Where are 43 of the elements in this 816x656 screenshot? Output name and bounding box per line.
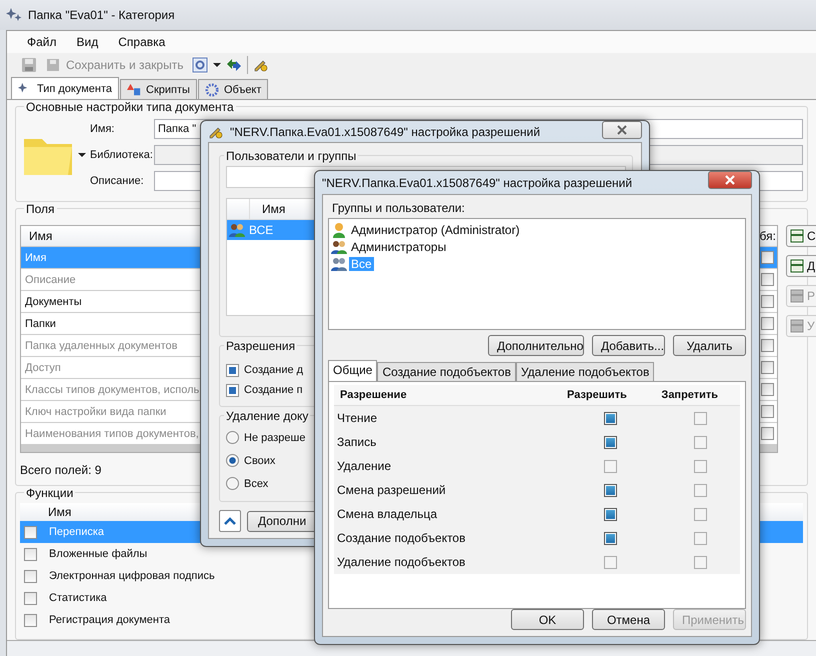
permission-label: Удаление подобъектов [336,555,466,569]
table-cell-text: Ключ настройки вида папки [24,406,166,418]
group-title: Разрешения [224,339,298,353]
table-cell-text: Наименования типов документов, [24,428,199,440]
field-label: Описание: [90,175,145,187]
checkbox-label: Создание д [244,364,304,376]
permission-label: Смена владельца [336,507,438,521]
permission-label: Смена разрешений [336,483,447,497]
group-title: Пользователи и группы [224,149,358,163]
radio-label: Своих [244,454,276,466]
table-cell-text: Классы типов документов, исполь [24,384,200,396]
radio-label: Всех [244,478,268,490]
radio-label: Не разреше [244,432,306,444]
table-cell-text: Регистрация документа [48,614,170,626]
table-cell-text: Документы [24,296,82,308]
permission-label: Запись [336,435,378,449]
permission-label: Удаление [336,459,392,473]
field-label: Имя: [90,123,116,135]
table-cell-text: Описание [24,274,76,286]
table-cell-text: Имя [24,252,46,264]
table-cell-text: Вложенные файлы [48,548,148,560]
dialog-title: "NERV.Папка.Eva01.x15087649" настройка разрешений [322,176,632,190]
window-title: Папка "Eva01" - Категория [28,8,175,22]
group-title: Удаление доку [224,409,310,423]
column-header: Разрешить [566,389,628,401]
table-cell-text: Электронная цифровая подпись [48,570,215,582]
list-label: Группы и пользователи: [332,201,466,215]
table-cell-text: Доступ [24,362,61,374]
group-title: Поля [24,202,57,216]
table-cell-text: Переписка [48,526,104,538]
table-cell-text: Папки [24,318,56,330]
group-title: Функции [24,486,76,500]
permission-label: Чтение [336,411,378,425]
total-count: Всего полей: 9 [20,463,102,477]
table-cell-text: Папка удаленных документов [24,340,178,352]
table-cell-text: Статистика [48,592,107,604]
field-label: Библиотека: [90,149,154,161]
permission-label: Создание подобъектов [336,531,466,545]
group-title: Основные настройки типа документа [24,100,236,114]
dialog-title: "NERV.Папка.Eva01.x15087649" настройка разрешений [230,124,540,138]
column-header: Разрешение [339,389,408,401]
column-header: Запретить [660,389,720,401]
checkbox-label: Создание п [244,384,303,396]
